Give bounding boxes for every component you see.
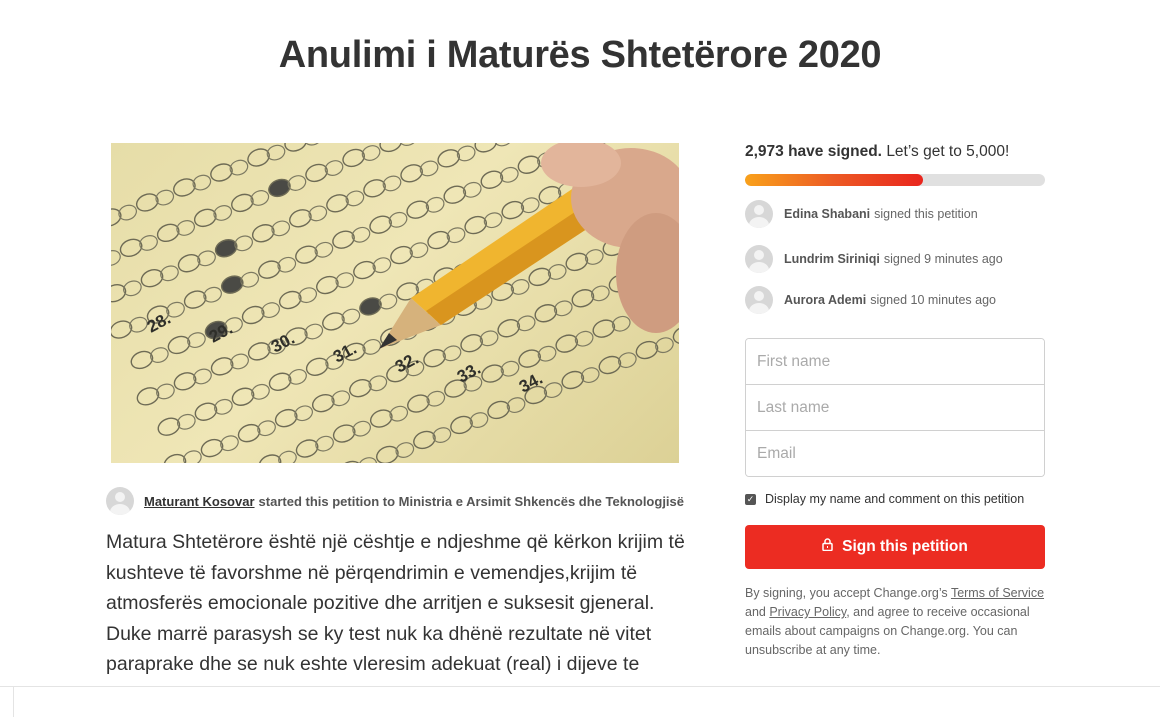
last-name-input[interactable] xyxy=(746,385,1044,431)
page-divider xyxy=(0,686,1160,687)
starter-target-text: started this petition to Ministria e Ars… xyxy=(258,493,685,509)
petition-starter: Maturant Kosovar started this petition t… xyxy=(106,487,684,515)
consent-checkbox[interactable]: ✓ xyxy=(745,493,756,505)
signer-action: signed 9 minutes ago xyxy=(883,252,1003,266)
signer-avatar xyxy=(745,286,773,314)
starter-avatar xyxy=(106,487,134,515)
question-number-label: 34. xyxy=(516,369,546,397)
lock-icon xyxy=(822,538,833,556)
terms-disclaimer: By signing, you accept Change.org’s Term… xyxy=(745,584,1045,660)
signature-count: 2,973 have signed. Let’s get to 5,000! xyxy=(745,143,1009,161)
privacy-policy-link[interactable]: Privacy Policy xyxy=(769,605,846,619)
signature-form xyxy=(745,338,1045,477)
starter-name-link[interactable]: Maturant Kosovar xyxy=(144,494,255,509)
recent-signer: Edina Shabani signed this petition xyxy=(745,200,978,228)
signature-goal-label: Let’s get to 5,000! xyxy=(886,143,1010,160)
petition-description: Matura Shtetërore është një cështje e nd… xyxy=(106,531,685,687)
signature-progress-bar xyxy=(745,174,1045,186)
signer-avatar xyxy=(745,245,773,273)
question-number-label: 29. xyxy=(206,319,236,347)
signer-action: signed 10 minutes ago xyxy=(870,293,996,307)
consent-label: Display my name and comment on this peti… xyxy=(765,492,1025,506)
signature-count-label: 2,973 have signed. xyxy=(745,143,882,160)
petition-image: 28. 29. 30. 31. 32. 33. 34. xyxy=(111,143,679,463)
display-name-consent[interactable]: ✓ Display my name and comment on this pe… xyxy=(745,492,1024,506)
email-input[interactable] xyxy=(746,431,1044,476)
question-number-label: 30. xyxy=(268,329,298,357)
question-number-label: 33. xyxy=(454,359,484,387)
signer-name: Lundrim Siriniqi xyxy=(784,252,880,266)
recent-signer: Aurora Ademi signed 10 minutes ago xyxy=(745,286,996,314)
signer-avatar xyxy=(745,200,773,228)
recent-signer: Lundrim Siriniqi signed 9 minutes ago xyxy=(745,245,1003,273)
terms-and: and xyxy=(745,605,766,619)
terms-of-service-link[interactable]: Terms of Service xyxy=(951,586,1044,600)
question-number-label: 32. xyxy=(392,349,422,377)
first-name-input[interactable] xyxy=(746,339,1044,385)
signature-progress-fill xyxy=(745,174,924,186)
exam-answer-sheet-pencil-image: 28. 29. 30. 31. 32. 33. 34. xyxy=(111,143,679,463)
signer-name: Edina Shabani xyxy=(784,207,871,221)
sign-petition-button[interactable]: Sign this petition xyxy=(745,525,1045,569)
signer-action: signed this petition xyxy=(874,207,978,221)
sign-button-label: Sign this petition xyxy=(842,538,968,555)
page-divider-tick xyxy=(13,687,14,717)
page-title: Anulimi i Maturës Shtetërore 2020 xyxy=(278,34,882,76)
signer-name: Aurora Ademi xyxy=(784,293,867,307)
terms-prefix: By signing, you accept Change.org’s xyxy=(745,586,948,600)
